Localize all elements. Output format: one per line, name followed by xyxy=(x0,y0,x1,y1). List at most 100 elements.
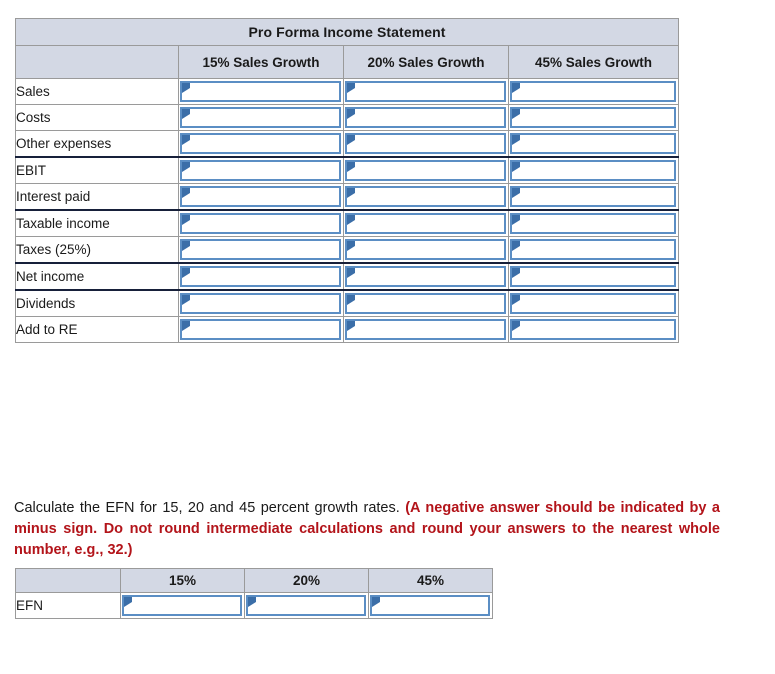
answer-input-net-income-45[interactable] xyxy=(510,266,677,287)
efn-table-body: 15% 20% 45% EFN xyxy=(15,568,493,619)
cell-marker-icon xyxy=(512,109,520,119)
cell-costs-20[interactable] xyxy=(343,104,509,131)
cell-add-to-re-45[interactable] xyxy=(507,316,680,343)
cell-add-to-re-20[interactable] xyxy=(343,316,509,343)
cell-sales-15[interactable] xyxy=(178,78,344,105)
answer-input-taxable-income-15[interactable] xyxy=(180,213,341,234)
cell-marker-icon xyxy=(512,321,520,331)
answer-input-costs-15[interactable] xyxy=(180,107,341,128)
cell-marker-icon xyxy=(512,268,520,278)
row-label-efn: EFN xyxy=(15,592,121,619)
answer-input-costs-45[interactable] xyxy=(510,107,677,128)
cell-dividends-15[interactable] xyxy=(178,289,344,317)
answer-input-taxable-income-45[interactable] xyxy=(510,213,677,234)
answer-input-taxes-20[interactable] xyxy=(345,239,506,260)
cell-taxes-45[interactable] xyxy=(507,236,680,264)
question-instructions: Calculate the EFN for 15, 20 and 45 perc… xyxy=(14,498,720,561)
cell-marker-icon xyxy=(182,83,190,93)
answer-input-dividends-15[interactable] xyxy=(180,293,341,314)
table-row: Sales xyxy=(15,78,680,105)
answer-input-other-expenses-20[interactable] xyxy=(345,133,506,154)
cell-costs-15[interactable] xyxy=(178,104,344,131)
cell-ebit-15[interactable] xyxy=(178,156,344,184)
cell-sales-45[interactable] xyxy=(507,78,680,105)
cell-taxable-income-45[interactable] xyxy=(507,209,680,237)
answer-input-net-income-15[interactable] xyxy=(180,266,341,287)
cell-efn-45[interactable] xyxy=(368,592,493,619)
answer-input-dividends-20[interactable] xyxy=(345,293,506,314)
answer-input-efn-15[interactable] xyxy=(122,595,242,616)
cell-marker-icon xyxy=(248,597,256,607)
answer-input-taxes-45[interactable] xyxy=(510,239,677,260)
cell-marker-icon xyxy=(347,162,355,172)
answer-input-add-to-re-20[interactable] xyxy=(345,319,506,340)
answer-input-efn-20[interactable] xyxy=(246,595,366,616)
instructions-plain-text: Calculate the EFN for 15, 20 and 45 perc… xyxy=(14,499,406,516)
answer-input-sales-15[interactable] xyxy=(180,81,341,102)
cell-interest-paid-45[interactable] xyxy=(507,183,680,211)
answer-input-other-expenses-15[interactable] xyxy=(180,133,341,154)
answer-input-interest-paid-45[interactable] xyxy=(510,186,677,207)
answer-input-ebit-20[interactable] xyxy=(345,160,506,181)
cell-net-income-15[interactable] xyxy=(178,262,344,291)
cell-efn-15[interactable] xyxy=(120,592,245,619)
cell-dividends-45[interactable] xyxy=(507,289,680,317)
cell-marker-icon xyxy=(347,135,355,145)
answer-input-ebit-45[interactable] xyxy=(510,160,677,181)
answer-input-taxes-15[interactable] xyxy=(180,239,341,260)
efn-column-header-15: 15% xyxy=(120,568,245,593)
table-row: Taxes (25%) xyxy=(15,236,680,264)
answer-input-interest-paid-20[interactable] xyxy=(345,186,506,207)
cell-interest-paid-15[interactable] xyxy=(178,183,344,211)
cell-other-expenses-20[interactable] xyxy=(343,130,509,158)
answer-input-efn-45[interactable] xyxy=(370,595,490,616)
answer-input-ebit-15[interactable] xyxy=(180,160,341,181)
cell-taxes-15[interactable] xyxy=(178,236,344,264)
answer-input-sales-45[interactable] xyxy=(510,81,677,102)
cell-marker-icon xyxy=(182,215,190,225)
cell-dividends-20[interactable] xyxy=(343,289,509,317)
answer-input-taxable-income-20[interactable] xyxy=(345,213,506,234)
answer-input-net-income-20[interactable] xyxy=(345,266,506,287)
answer-input-interest-paid-15[interactable] xyxy=(180,186,341,207)
table-row: Dividends xyxy=(15,289,680,317)
answer-input-other-expenses-45[interactable] xyxy=(510,133,677,154)
answer-input-dividends-45[interactable] xyxy=(510,293,677,314)
cell-interest-paid-20[interactable] xyxy=(343,183,509,211)
cell-marker-icon xyxy=(372,597,380,607)
cell-ebit-20[interactable] xyxy=(343,156,509,184)
answer-input-costs-20[interactable] xyxy=(345,107,506,128)
column-header-20-percent: 20% Sales Growth xyxy=(343,45,509,79)
table-row: Net income xyxy=(15,262,680,291)
cell-add-to-re-15[interactable] xyxy=(178,316,344,343)
cell-net-income-20[interactable] xyxy=(343,262,509,291)
row-label-sales: Sales xyxy=(15,78,179,105)
cell-sales-20[interactable] xyxy=(343,78,509,105)
answer-input-add-to-re-15[interactable] xyxy=(180,319,341,340)
cell-taxes-20[interactable] xyxy=(343,236,509,264)
cell-marker-icon xyxy=(182,295,190,305)
cell-marker-icon xyxy=(347,83,355,93)
cell-marker-icon xyxy=(512,135,520,145)
efn-corner-cell xyxy=(15,568,121,593)
cell-ebit-45[interactable] xyxy=(507,156,680,184)
row-label-interest-paid: Interest paid xyxy=(15,183,179,211)
efn-table: 15% 20% 45% EFN xyxy=(15,568,493,619)
cell-marker-icon xyxy=(182,109,190,119)
cell-taxable-income-20[interactable] xyxy=(343,209,509,237)
cell-efn-20[interactable] xyxy=(244,592,369,619)
answer-input-add-to-re-45[interactable] xyxy=(510,319,677,340)
pro-forma-table-body: Pro Forma Income Statement 15% Sales Gro… xyxy=(14,18,680,343)
answer-input-sales-20[interactable] xyxy=(345,81,506,102)
efn-column-header-20: 20% xyxy=(244,568,369,593)
cell-marker-icon xyxy=(347,241,355,251)
cell-other-expenses-15[interactable] xyxy=(178,130,344,158)
table-row: EBIT xyxy=(15,156,680,184)
cell-net-income-45[interactable] xyxy=(507,262,680,291)
efn-table-container: 15% 20% 45% EFN xyxy=(15,568,493,619)
pro-forma-header-row: 15% Sales Growth 20% Sales Growth 45% Sa… xyxy=(15,45,680,79)
cell-costs-45[interactable] xyxy=(507,104,680,131)
cell-marker-icon xyxy=(512,162,520,172)
cell-taxable-income-15[interactable] xyxy=(178,209,344,237)
cell-other-expenses-45[interactable] xyxy=(507,130,680,158)
